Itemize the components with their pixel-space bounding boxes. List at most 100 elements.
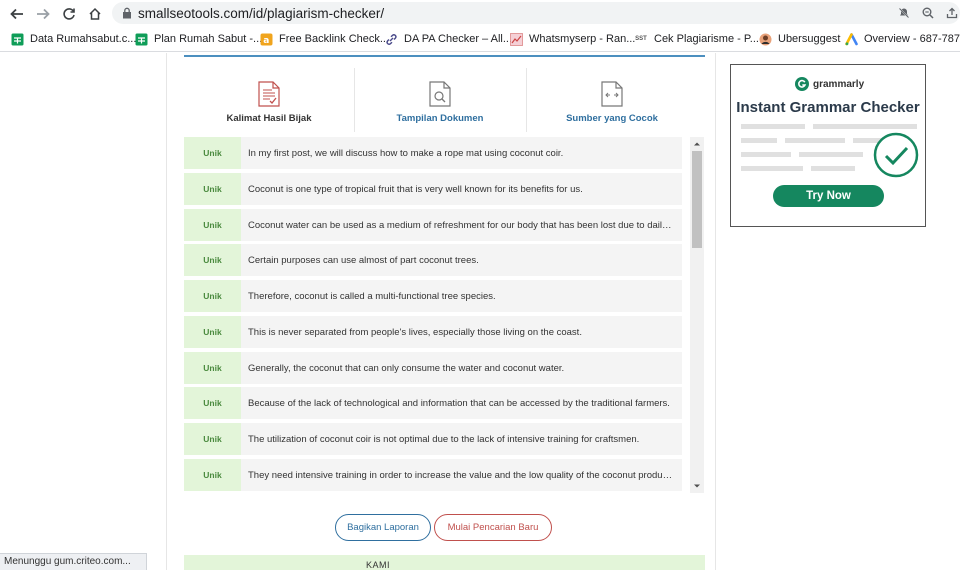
sentence-text: Because of the lack of technological and…	[248, 397, 670, 409]
home-button[interactable]	[82, 1, 108, 27]
document-search-icon	[429, 81, 451, 107]
unique-badge: Unik	[184, 352, 241, 384]
bookmark-label: Whatsmyserp - Ran...	[529, 33, 636, 45]
bookmarks-bar: Data Rumahsabut.c... Plan Rumah Sabut -.…	[0, 27, 960, 52]
sentence-text: The utilization of coconut coir is not o…	[248, 433, 640, 445]
grammarly-ad[interactable]: grammarly Instant Grammar Checker Try No…	[730, 64, 926, 227]
google-ads-icon	[844, 32, 858, 46]
results-list: Unik In my first post, we will discuss ho…	[184, 137, 682, 492]
page-content: Kalimat Hasil Bijak Tampilan Dokumen Sum…	[0, 53, 960, 570]
bookmark-label: Ubersuggest	[778, 33, 841, 45]
notifications-blocked-icon[interactable]	[898, 7, 910, 19]
document-compare-icon	[601, 81, 623, 107]
sentence-text: In my first post, we will discuss how to…	[248, 147, 564, 159]
zoom-icon[interactable]	[922, 7, 934, 19]
address-bar[interactable]: smallseotools.com/id/plagiarism-checker/	[112, 2, 960, 24]
lock-icon	[123, 7, 131, 19]
sentence-text: Therefore, coconut is called a multi-fun…	[248, 290, 496, 302]
share-icon[interactable]	[946, 7, 958, 19]
arrow-right-icon	[37, 8, 50, 20]
sentence-text: Coconut is one type of tropical fruit th…	[248, 183, 583, 195]
bookmark-label: DA PA Checker – All...	[404, 33, 513, 45]
scroll-up-icon[interactable]	[690, 139, 704, 149]
result-row: Unik In my first post, we will discuss ho…	[184, 137, 682, 169]
browser-toolbar: smallseotools.com/id/plagiarism-checker/	[0, 0, 960, 27]
grammarly-brand-text: grammarly	[813, 78, 865, 90]
tab-label: Kalimat Hasil Bijak	[226, 113, 312, 124]
svg-text:a: a	[263, 36, 269, 46]
sheets-icon	[10, 32, 24, 46]
unique-badge: Unik	[184, 209, 241, 241]
results-scrollbar[interactable]	[690, 137, 704, 493]
result-row: Unik Coconut water can be used as a mediu…	[184, 209, 682, 241]
sheets-icon	[134, 32, 148, 46]
result-row: Unik Generally, the coconut that can only…	[184, 352, 682, 384]
tab-label: Sumber yang Cocok	[566, 113, 658, 124]
bookmark-item[interactable]: Whatsmyserp - Ran...	[509, 32, 635, 46]
unique-badge: Unik	[184, 244, 241, 276]
reload-icon	[63, 8, 75, 20]
whatsmyserp-icon	[509, 32, 523, 46]
ad-headline: Instant Grammar Checker	[736, 99, 920, 116]
arrow-left-icon	[10, 8, 23, 20]
bookmark-label: Cek Plagiarisme - P...	[654, 33, 759, 45]
ad-illustration	[741, 123, 919, 181]
result-row: Unik The utilization of coconut coir is n…	[184, 423, 682, 455]
check-circle-icon	[873, 132, 919, 178]
result-row: Unik Coconut is one type of tropical frui…	[184, 173, 682, 205]
bookmark-item[interactable]: SST Cek Plagiarisme - P...	[634, 32, 759, 46]
ahrefs-icon: a	[259, 32, 273, 46]
grammarly-g-icon	[795, 77, 809, 91]
unique-badge: Unik	[184, 137, 241, 169]
sst-icon: SST	[635, 36, 647, 42]
tab-label: Tampilan Dokumen	[396, 113, 484, 124]
home-icon	[89, 7, 101, 20]
sentence-text: They need intensive training in order to…	[248, 469, 676, 481]
tab-sumber-yang-cocok[interactable]: Sumber yang Cocok	[527, 71, 697, 133]
ubersuggest-icon	[758, 32, 772, 46]
result-row: Unik This is never separated from people'…	[184, 316, 682, 348]
tab-tampilan-dokumen[interactable]: Tampilan Dokumen	[355, 71, 525, 133]
forward-button[interactable]	[30, 1, 56, 27]
result-row: Unik Certain purposes can use almost of p…	[184, 244, 682, 276]
unique-badge: Unik	[184, 387, 241, 419]
bookmark-label: Data Rumahsabut.c...	[30, 33, 137, 45]
document-check-icon	[258, 81, 280, 107]
bookmark-label: Overview - 687-787...	[864, 33, 960, 45]
new-search-button[interactable]: Mulai Pencarian Baru	[434, 514, 552, 541]
tab-kalimat-hasil-bijak[interactable]: Kalimat Hasil Bijak	[184, 71, 354, 133]
bookmark-label: Free Backlink Check...	[279, 33, 390, 45]
bookmark-label: Plan Rumah Sabut -...	[154, 33, 263, 45]
unique-badge: Unik	[184, 173, 241, 205]
result-row: Unik Therefore, coconut is called a multi…	[184, 280, 682, 312]
sentence-text: Coconut water can be used as a medium of…	[248, 219, 676, 231]
grammarly-logo: grammarly	[795, 77, 864, 91]
bookmark-item[interactable]: Overview - 687-787...	[844, 32, 960, 46]
link-icon	[384, 32, 398, 46]
unique-badge: Unik	[184, 316, 241, 348]
bookmark-item[interactable]: DA PA Checker – All...	[384, 32, 512, 46]
sentence-text: This is never separated from people's li…	[248, 326, 582, 338]
bookmark-item[interactable]: Plan Rumah Sabut -...	[134, 32, 262, 46]
try-now-button[interactable]: Try Now	[773, 185, 884, 207]
url-text: smallseotools.com/id/plagiarism-checker/	[138, 5, 385, 21]
scroll-down-icon[interactable]	[690, 481, 704, 491]
share-report-button[interactable]: Bagikan Laporan	[335, 514, 431, 541]
back-button[interactable]	[4, 1, 30, 27]
result-row: Unik Because of the lack of technological…	[184, 387, 682, 419]
bookmark-item[interactable]: a Free Backlink Check...	[259, 32, 389, 46]
section-divider	[184, 55, 705, 57]
status-bar: Menunggu gum.criteo.com...	[0, 553, 147, 570]
sentence-text: Generally, the coconut that can only con…	[248, 362, 565, 374]
section-heading: KAMI	[366, 560, 391, 570]
section-header-bar: KAMI	[184, 555, 705, 570]
scrollbar-thumb[interactable]	[692, 151, 702, 248]
sentence-text: Certain purposes can use almost of part …	[248, 254, 479, 266]
unique-badge: Unik	[184, 280, 241, 312]
bookmark-item[interactable]: Data Rumahsabut.c...	[10, 32, 136, 46]
unique-badge: Unik	[184, 459, 241, 491]
bookmark-item[interactable]: Ubersuggest	[758, 32, 840, 46]
reload-button[interactable]	[56, 1, 82, 27]
result-row: Unik They need intensive training in orde…	[184, 459, 682, 491]
unique-badge: Unik	[184, 423, 241, 455]
